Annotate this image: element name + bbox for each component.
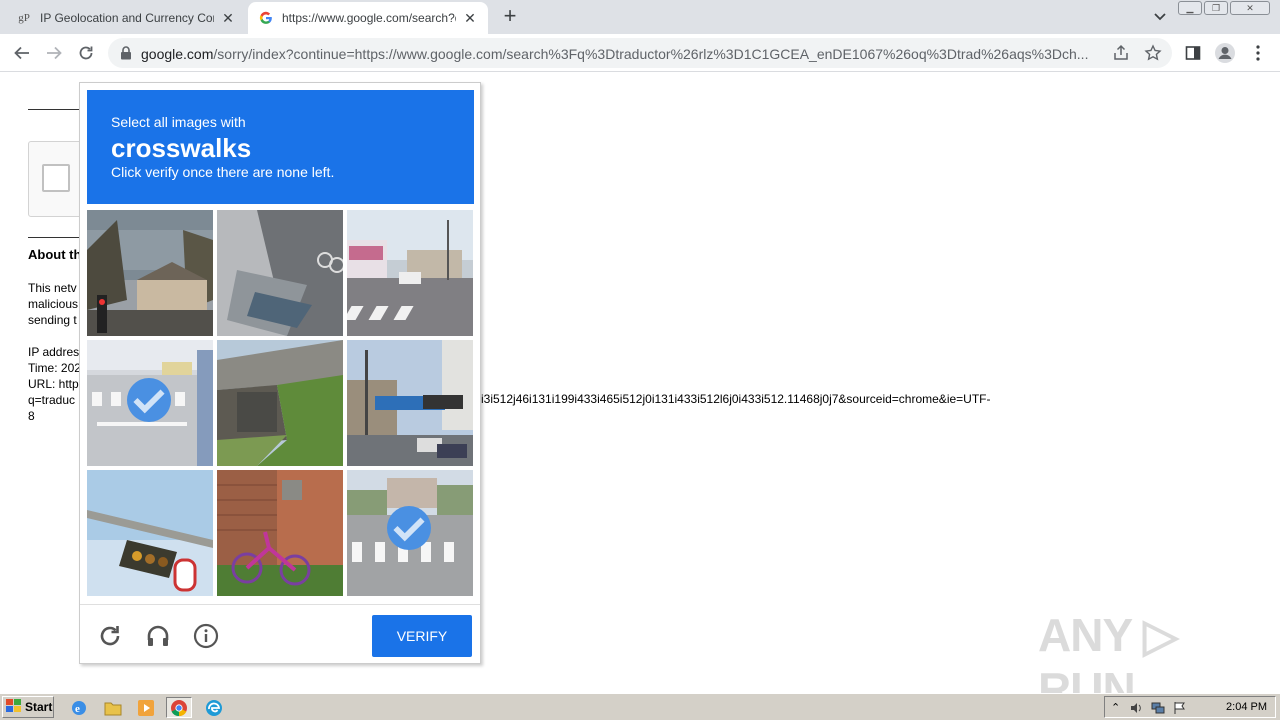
- tab-close-icon[interactable]: ✕: [220, 10, 236, 26]
- action-center-flag-icon[interactable]: [1173, 701, 1187, 715]
- profile-avatar-icon[interactable]: [1214, 42, 1236, 64]
- tab-ip-geolocation[interactable]: gP IP Geolocation and Currency Conver ✕: [8, 2, 244, 34]
- chrome-taskbar-icon[interactable]: [166, 697, 192, 718]
- reload-challenge-icon[interactable]: [96, 622, 124, 650]
- tab-search-chevron-icon[interactable]: [1150, 8, 1170, 26]
- windows-logo-icon: [6, 698, 22, 716]
- start-button[interactable]: Start: [2, 696, 54, 718]
- edge-icon[interactable]: [201, 697, 227, 718]
- back-arrow-icon[interactable]: [10, 41, 34, 65]
- tile-busy-intersection[interactable]: [347, 340, 473, 466]
- gp-favicon-icon: gP: [18, 12, 30, 24]
- tile-crosswalk-van[interactable]: [87, 340, 213, 466]
- selected-check-icon: [127, 378, 171, 422]
- file-explorer-icon[interactable]: [100, 697, 126, 718]
- google-favicon-icon: [258, 10, 274, 26]
- selected-check-icon: [387, 506, 431, 550]
- tab-close-icon[interactable]: ✕: [462, 10, 478, 26]
- tile-bike-lane-grate[interactable]: [217, 210, 343, 336]
- tile-bicycle-wall[interactable]: [217, 470, 343, 596]
- forward-arrow-icon[interactable]: [42, 41, 66, 65]
- close-window-icon[interactable]: ✕: [1230, 1, 1270, 15]
- start-label: Start: [25, 700, 53, 714]
- tab-strip: gP IP Geolocation and Currency Conver ✕ …: [0, 0, 1280, 34]
- reload-icon[interactable]: [74, 41, 98, 65]
- media-player-icon[interactable]: [133, 697, 159, 718]
- url-text[interactable]: google.com/sorry/index?continue=https://…: [141, 46, 1106, 62]
- tab-google-search[interactable]: https://www.google.com/search?q= ✕: [248, 2, 488, 34]
- audio-challenge-headphones-icon[interactable]: [144, 622, 172, 650]
- bookmark-star-icon[interactable]: [1144, 44, 1162, 62]
- about-heading: About th: [28, 247, 82, 262]
- browser-toolbar: google.com/sorry/index?continue=https://…: [0, 34, 1280, 72]
- about-paragraph: This netv malicious sending t: [28, 281, 79, 327]
- restore-icon[interactable]: ❐: [1204, 1, 1228, 15]
- tab-title: https://www.google.com/search?q=: [282, 11, 456, 25]
- share-icon[interactable]: [1112, 44, 1130, 62]
- hint-text: Click verify once there are none left.: [111, 164, 335, 180]
- request-url-tail: i3i512j46i131i199i433i465i512j0i131i433i…: [481, 392, 991, 406]
- windows-taskbar: Start e ⌃ 2:04 PM: [0, 693, 1280, 720]
- address-bar[interactable]: google.com/sorry/index?continue=https://…: [108, 38, 1172, 68]
- not-a-robot-checkbox[interactable]: [42, 164, 70, 192]
- request-details: IP addres Time: 202 URL: http q=traduc 8: [28, 345, 81, 423]
- tile-road-crosswalk[interactable]: [347, 470, 473, 596]
- internet-explorer-icon[interactable]: e: [66, 697, 92, 718]
- verify-button[interactable]: VERIFY: [372, 615, 472, 657]
- target-object-text: crosswalks: [111, 133, 252, 163]
- tile-overpass[interactable]: [217, 340, 343, 466]
- window-controls: ▁ ❐ ✕: [1178, 1, 1270, 15]
- svg-text:e: e: [75, 703, 80, 715]
- minimize-icon[interactable]: ▁: [1178, 1, 1202, 15]
- image-grid: [87, 210, 474, 597]
- kebab-menu-icon[interactable]: [1247, 42, 1269, 64]
- info-help-icon[interactable]: [192, 622, 220, 650]
- challenge-header: Select all images with crosswalks Click …: [87, 90, 474, 204]
- lock-icon[interactable]: [118, 45, 134, 61]
- volume-icon[interactable]: [1129, 701, 1143, 715]
- captcha-challenge-dialog: Select all images with crosswalks Click …: [79, 82, 481, 664]
- challenge-footer: VERIFY: [80, 604, 480, 664]
- tray-expand-icon[interactable]: ⌃: [1111, 701, 1125, 715]
- system-tray: ⌃ 2:04 PM: [1104, 696, 1276, 718]
- tab-title: IP Geolocation and Currency Conver: [40, 11, 214, 25]
- clock: 2:04 PM: [1226, 701, 1267, 713]
- side-panel-icon[interactable]: [1182, 42, 1204, 64]
- tile-traffic-signal-sign[interactable]: [87, 470, 213, 596]
- new-tab-plus-icon[interactable]: +: [498, 5, 522, 29]
- tile-traffic-light-street[interactable]: [87, 210, 213, 336]
- network-icon[interactable]: [1151, 701, 1165, 715]
- tile-bus-crosswalk[interactable]: [347, 210, 473, 336]
- instruction-text: Select all images with: [111, 114, 246, 130]
